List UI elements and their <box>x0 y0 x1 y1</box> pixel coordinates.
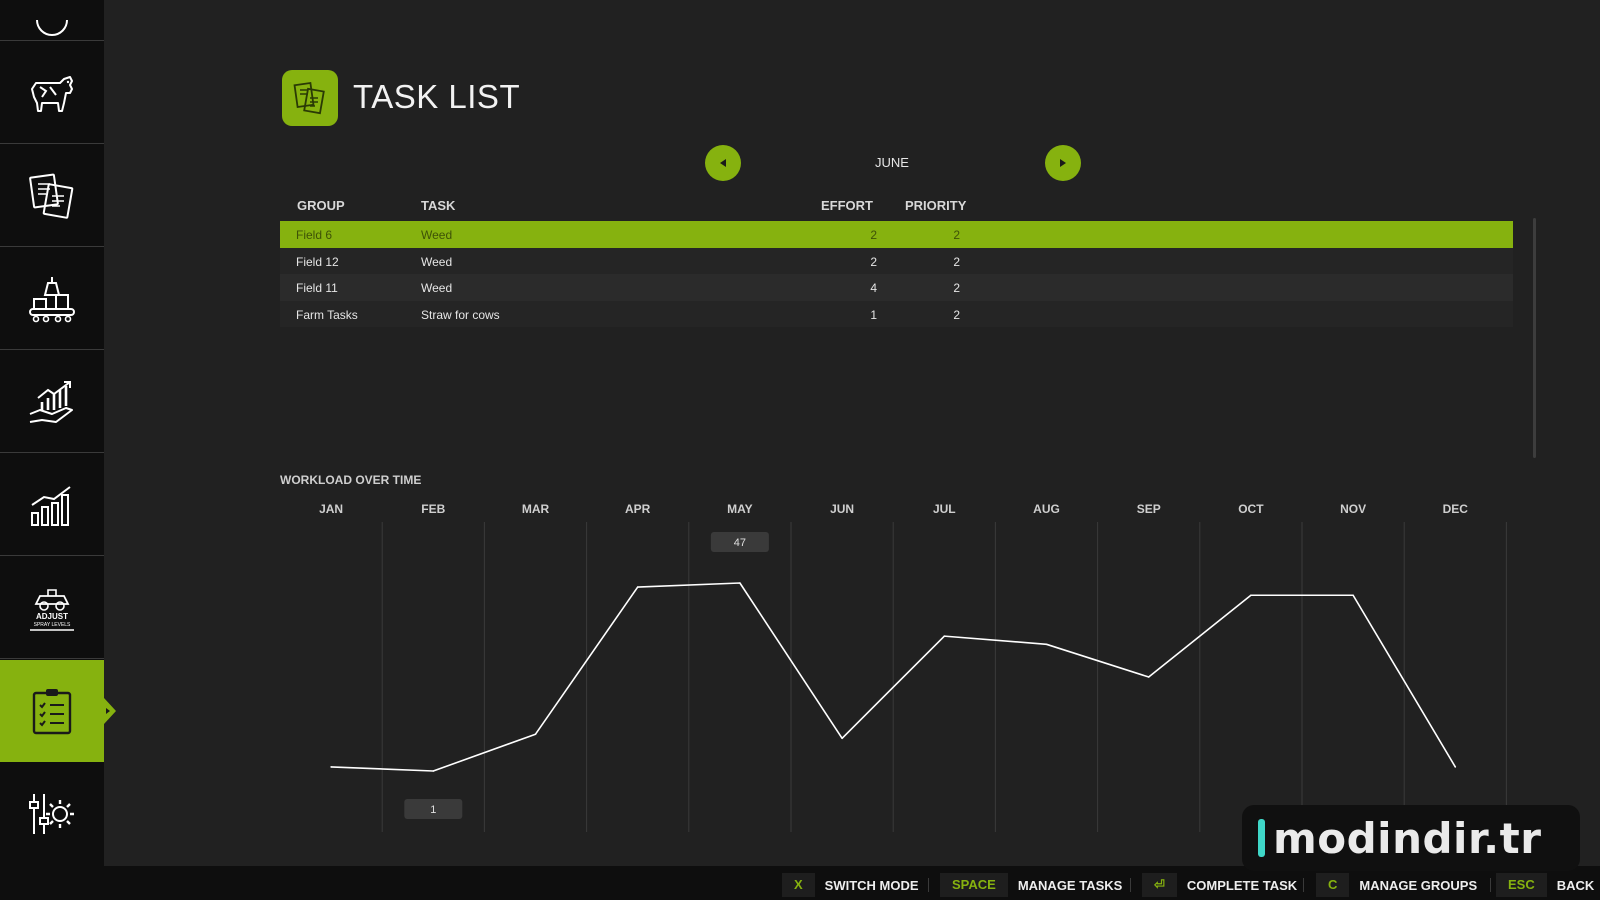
data-point-sep <box>1147 676 1150 678</box>
back-label: BACK <box>1556 877 1595 893</box>
enter-key-icon: ⏎ <box>1142 873 1177 897</box>
workload-chart: JAN FEB MAR APR MAY JUN JUL AUG SEP OCT NOV DEC 47 1 <box>319 502 1507 832</box>
manage-tasks-label: MANAGE TASKS <box>1017 877 1123 893</box>
complete-task-hint[interactable]: ⏎ COMPLETE TASK <box>1142 873 1297 897</box>
tick-label-aug: AUG <box>1033 502 1060 516</box>
max-value-badge: 47 <box>734 537 746 549</box>
watermark-accent-bar <box>1258 819 1265 857</box>
data-point-jan <box>330 766 332 768</box>
tick-label-sep: SEP <box>1137 502 1161 516</box>
hint-divider <box>1490 878 1491 892</box>
data-point-aug <box>1045 643 1048 646</box>
data-point-feb <box>432 770 435 772</box>
key-esc: ESC <box>1496 873 1547 897</box>
key-x: X <box>782 873 815 897</box>
manage-groups-label: MANAGE GROUPS <box>1359 877 1478 893</box>
tick-label-dec: DEC <box>1443 502 1469 516</box>
data-point-jun <box>841 737 843 740</box>
tick-label-apr: APR <box>625 502 651 516</box>
tick-label-jan: JAN <box>319 502 343 516</box>
tick-label-jun: JUN <box>830 502 854 516</box>
hint-divider <box>1303 878 1304 892</box>
tick-label-jul: JUL <box>933 502 956 516</box>
data-point-nov <box>1352 594 1354 597</box>
manage-groups-hint[interactable]: C MANAGE GROUPS <box>1316 873 1477 897</box>
tick-label-may: MAY <box>727 502 753 516</box>
hint-divider <box>1130 878 1131 892</box>
back-hint[interactable]: ESC BACK <box>1496 873 1594 897</box>
data-point-dec <box>1454 766 1457 768</box>
switch-mode-hint[interactable]: X SWITCH MODE <box>782 873 919 897</box>
watermark-text: modindir.tr <box>1273 813 1542 863</box>
min-value-badge: 1 <box>430 804 436 816</box>
data-point-apr <box>636 586 639 588</box>
key-c: C <box>1316 873 1350 897</box>
switch-mode-label: SWITCH MODE <box>824 877 919 893</box>
tick-label-oct: OCT <box>1238 502 1264 516</box>
key-space: SPACE <box>940 873 1008 897</box>
bottom-hint-bar: X SWITCH MODE SPACE MANAGE TASKS ⏎ COMPL… <box>0 866 1600 900</box>
watermark: modindir.tr <box>1242 805 1580 871</box>
hint-divider <box>928 878 929 892</box>
manage-tasks-hint[interactable]: SPACE MANAGE TASKS <box>940 873 1122 897</box>
tick-label-feb: FEB <box>421 502 445 516</box>
data-point-may <box>739 582 741 584</box>
complete-task-label: COMPLETE TASK <box>1186 877 1298 893</box>
data-point-mar <box>534 733 537 736</box>
tick-label-nov: NOV <box>1340 502 1366 516</box>
data-point-jul <box>943 635 946 637</box>
data-point-oct <box>1250 594 1252 597</box>
tick-label-mar: MAR <box>522 502 550 516</box>
